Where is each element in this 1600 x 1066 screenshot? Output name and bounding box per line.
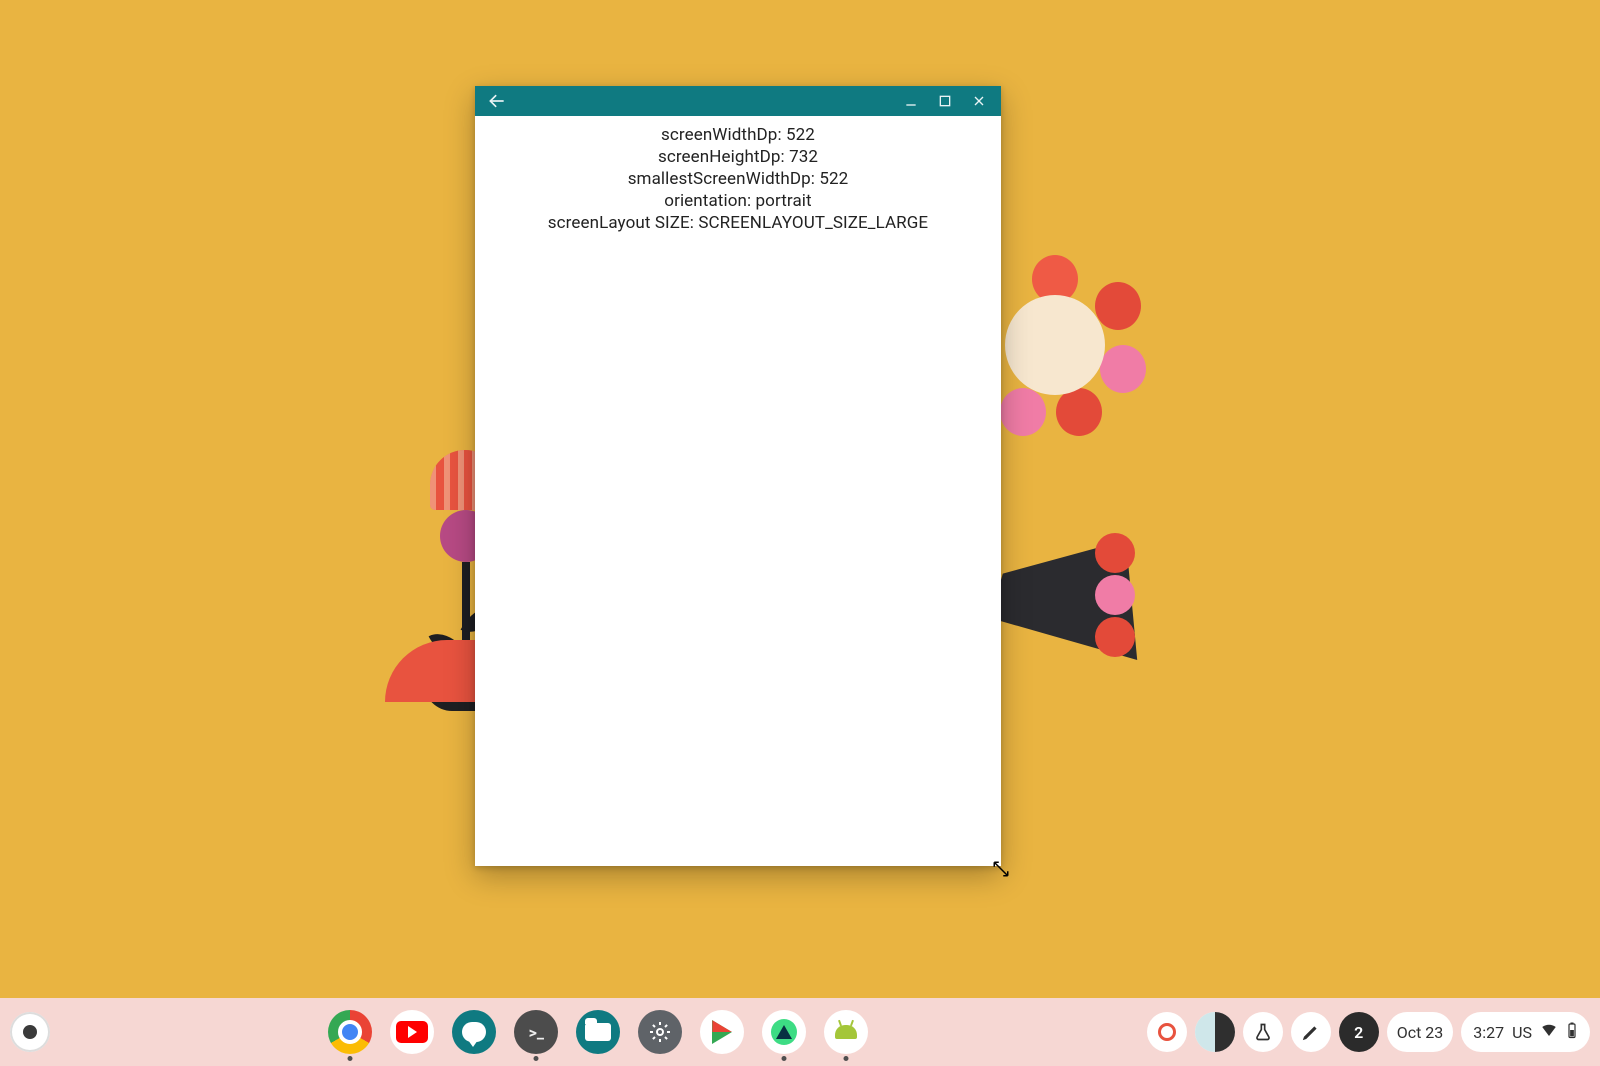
experiments-button[interactable]	[1243, 1012, 1283, 1052]
stylus-button[interactable]	[1291, 1012, 1331, 1052]
pen-icon	[1301, 1022, 1321, 1042]
maximize-icon	[937, 93, 953, 109]
desktop: screenWidthDp: 522 screenHeightDp: 732 s…	[0, 0, 1600, 1066]
clock-text: 3:27	[1473, 1023, 1504, 1042]
ime-indicator: US	[1512, 1023, 1532, 1042]
maximize-button[interactable]	[931, 89, 959, 113]
window-titlebar[interactable]	[475, 86, 1001, 116]
app-android-studio[interactable]	[762, 1010, 806, 1054]
notification-count[interactable]: 2	[1339, 1012, 1379, 1052]
config-label: screenHeightDp	[658, 147, 781, 167]
shelf: >_ 2 Oct 23 3:27	[0, 998, 1600, 1066]
status-area[interactable]: 3:27 US	[1461, 1012, 1590, 1052]
gear-icon	[648, 1020, 672, 1044]
app-chrome[interactable]	[328, 1010, 372, 1054]
date-pill[interactable]: Oct 23	[1387, 1012, 1454, 1052]
app-files[interactable]	[576, 1010, 620, 1054]
app-messages[interactable]	[452, 1010, 496, 1054]
date-text: Oct 23	[1397, 1023, 1444, 1042]
config-row: orientation: portrait	[487, 190, 989, 212]
record-icon	[1158, 1023, 1176, 1041]
app-youtube[interactable]	[390, 1010, 434, 1054]
app-settings[interactable]	[638, 1010, 682, 1054]
battery-icon	[1566, 1021, 1578, 1043]
notification-count-value: 2	[1354, 1023, 1363, 1042]
config-label: smallestScreenWidthDp	[628, 169, 811, 189]
back-button[interactable]	[483, 89, 511, 113]
wifi-icon	[1540, 1021, 1558, 1043]
config-row: screenWidthDp: 522	[487, 124, 989, 146]
system-tray: 2 Oct 23 3:27 US	[1147, 1012, 1590, 1052]
shelf-apps: >_	[60, 1010, 1137, 1054]
config-value: SCREENLAYOUT_SIZE_LARGE	[698, 213, 928, 233]
resize-cursor-icon	[992, 860, 1010, 878]
preview-thumbnail-icon	[1195, 1012, 1235, 1052]
app-android-emulator[interactable]	[824, 1010, 868, 1054]
config-label: screenWidthDp	[661, 125, 777, 145]
arrow-left-icon	[487, 91, 507, 111]
app-play-store[interactable]	[700, 1010, 744, 1054]
window-content: screenWidthDp: 522 screenHeightDp: 732 s…	[475, 116, 1001, 866]
config-label: orientation	[664, 191, 747, 211]
config-row: screenLayout SIZE: SCREENLAYOUT_SIZE_LAR…	[487, 212, 989, 234]
config-value: 522	[819, 169, 848, 189]
app-terminal[interactable]: >_	[514, 1010, 558, 1054]
config-value: 732	[789, 147, 818, 167]
config-label: screenLayout SIZE	[548, 213, 690, 233]
minimize-icon	[903, 93, 919, 109]
screen-record-button[interactable]	[1147, 1012, 1187, 1052]
config-value: portrait	[756, 191, 812, 211]
window-preview-button[interactable]	[1195, 1012, 1235, 1052]
launcher-button[interactable]	[10, 1012, 50, 1052]
config-row: screenHeightDp: 732	[487, 146, 989, 168]
launcher-icon	[23, 1025, 37, 1039]
close-icon	[971, 93, 987, 109]
close-button[interactable]	[965, 89, 993, 113]
config-value: 522	[786, 125, 815, 145]
beaker-icon	[1253, 1022, 1273, 1042]
config-row: smallestScreenWidthDp: 522	[487, 168, 989, 190]
app-window: screenWidthDp: 522 screenHeightDp: 732 s…	[475, 86, 1001, 866]
minimize-button[interactable]	[897, 89, 925, 113]
